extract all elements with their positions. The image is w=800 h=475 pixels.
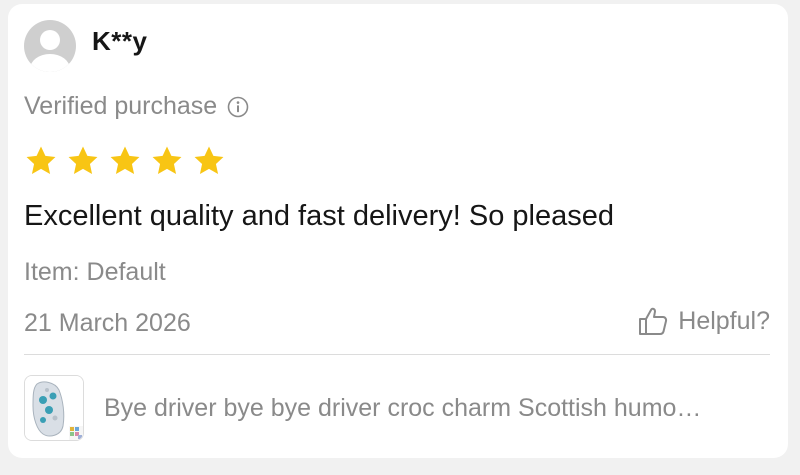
star-rating: [24, 144, 226, 178]
croc-charm-thumbnail: [25, 376, 83, 440]
star-icon: [26, 146, 56, 175]
helpful-label: Helpful?: [678, 306, 770, 335]
reviewer-name: K**y: [92, 26, 148, 56]
star-icon: [194, 146, 224, 175]
verified-purchase-label: Verified purchase: [24, 92, 218, 120]
helpful-button[interactable]: Helpful?: [636, 304, 770, 338]
product-thumbnail[interactable]: [24, 375, 84, 441]
review-text: Excellent quality and fast delivery! So …: [24, 200, 615, 232]
product-link[interactable]: Bye driver bye bye driver croc charm Sco…: [24, 374, 770, 442]
thumbs-up-icon: [639, 307, 668, 335]
review-card: K**y Verified purchase Excellent quality…: [8, 4, 788, 458]
reviewer-avatar: [24, 20, 76, 72]
divider: [24, 354, 770, 355]
info-icon[interactable]: [227, 96, 249, 118]
verified-purchase[interactable]: Verified purchase: [24, 92, 249, 121]
item-variant: Item: Default: [24, 258, 166, 286]
star-icon: [68, 146, 98, 175]
product-title[interactable]: Bye driver bye bye driver croc charm Sco…: [104, 394, 701, 423]
star-icon: [110, 146, 140, 175]
star-icon: [152, 146, 182, 175]
review-date: 21 March 2026: [24, 309, 191, 337]
